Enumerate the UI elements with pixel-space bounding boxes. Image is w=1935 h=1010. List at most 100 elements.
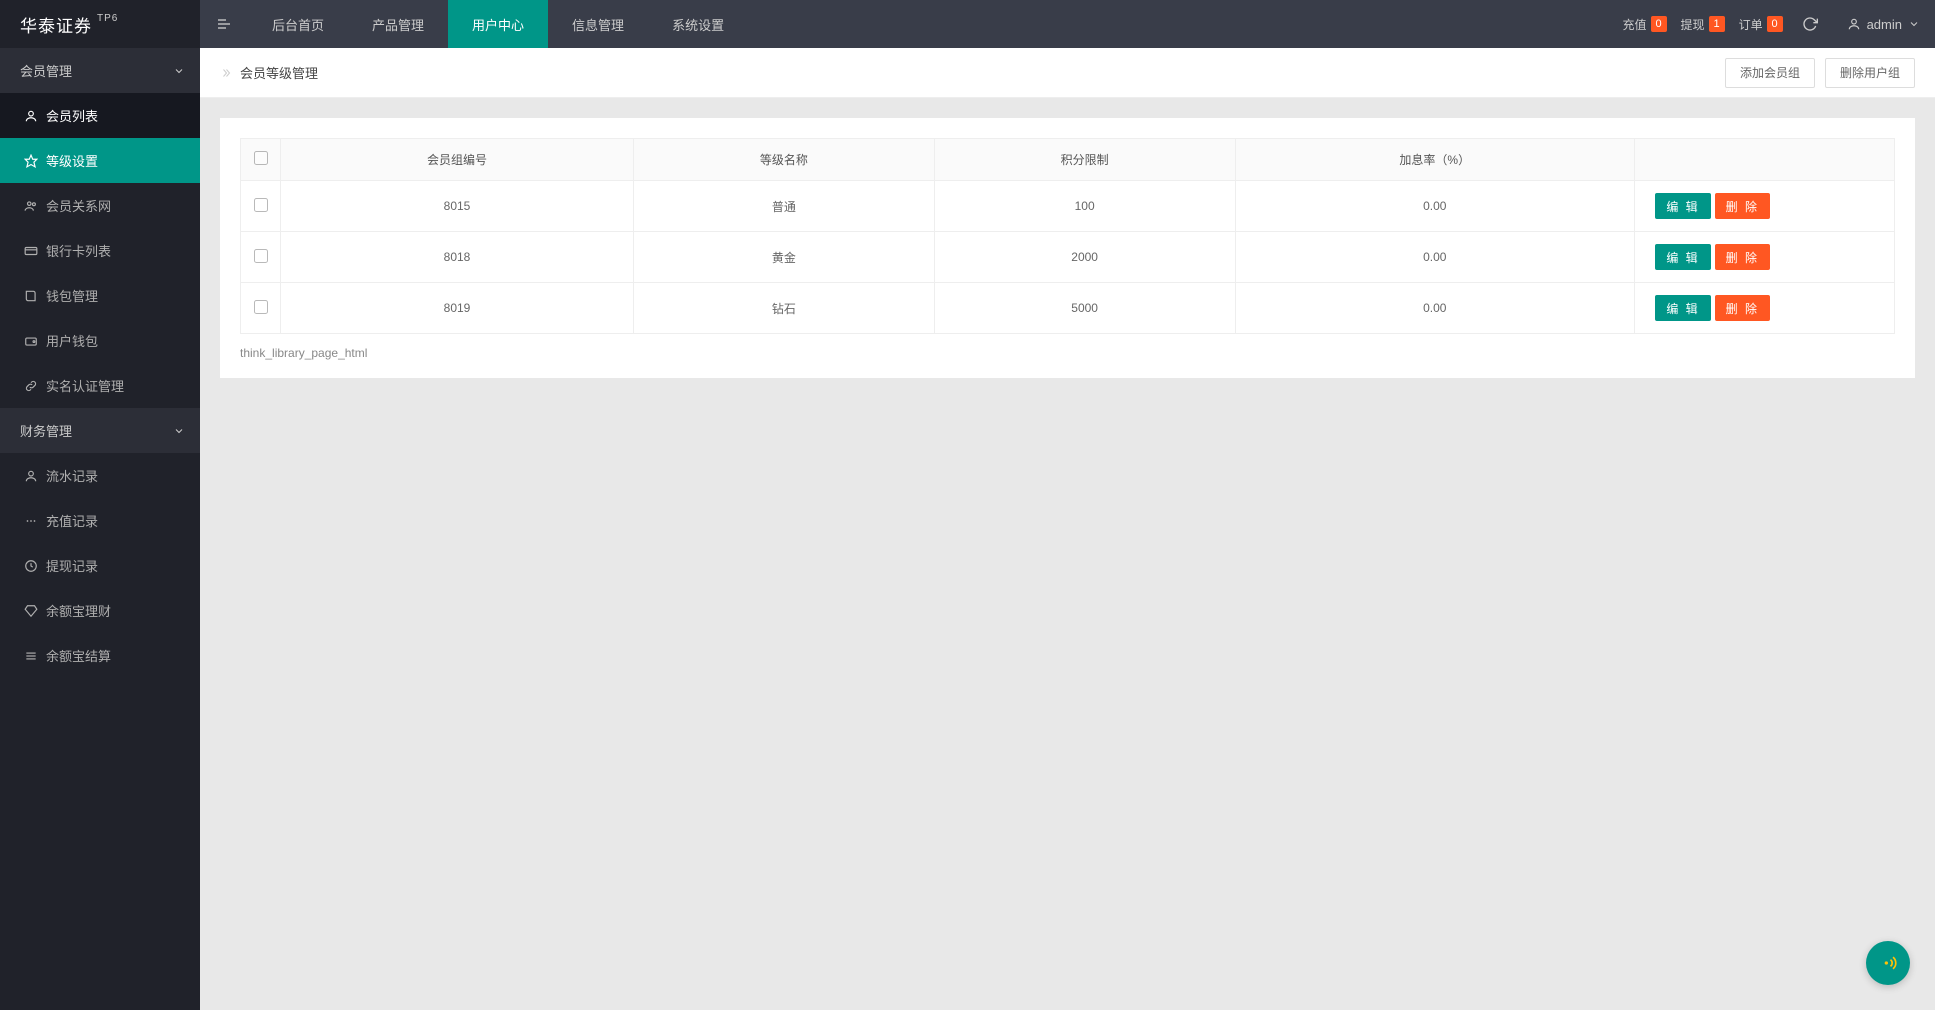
refresh-button[interactable] bbox=[1797, 11, 1823, 37]
top-tab-3[interactable]: 信息管理 bbox=[548, 0, 648, 48]
link-icon bbox=[24, 379, 38, 393]
chevron-down-icon bbox=[1908, 18, 1920, 30]
stat-badge: 0 bbox=[1767, 16, 1783, 32]
sidebar-item-0-2[interactable]: 会员关系网 bbox=[0, 183, 200, 228]
refresh-icon bbox=[1802, 16, 1818, 32]
stat-badge: 1 bbox=[1709, 16, 1725, 32]
breadcrumb: 会员等级管理 bbox=[220, 63, 318, 82]
topbar: 华泰证券 TP6 后台首页产品管理用户中心信息管理系统设置 充值0提现1订单0 … bbox=[0, 0, 1935, 48]
menu-toggle-button[interactable] bbox=[200, 0, 248, 48]
wallet-icon bbox=[24, 334, 38, 348]
pagination-note: think_library_page_html bbox=[240, 334, 1895, 368]
top-tab-2[interactable]: 用户中心 bbox=[448, 0, 548, 48]
cell-rate: 0.00 bbox=[1235, 232, 1635, 283]
cell-name: 黄金 bbox=[634, 232, 935, 283]
user-dropdown[interactable]: admin bbox=[1847, 17, 1920, 32]
edit-button[interactable]: 编 辑 bbox=[1655, 193, 1710, 219]
stat-2[interactable]: 订单0 bbox=[1739, 16, 1783, 33]
col-actions bbox=[1635, 139, 1895, 181]
top-nav: 后台首页产品管理用户中心信息管理系统设置 bbox=[248, 0, 1623, 48]
card-icon bbox=[24, 244, 38, 258]
sidebar-item-0-3[interactable]: 银行卡列表 bbox=[0, 228, 200, 273]
sidebar-item-label: 银行卡列表 bbox=[46, 241, 111, 260]
sidebar-item-0-4[interactable]: 钱包管理 bbox=[0, 273, 200, 318]
brand-name: 华泰证券 bbox=[20, 12, 92, 37]
page-actions: 添加会员组 删除用户组 bbox=[1725, 58, 1915, 88]
book-icon bbox=[24, 289, 38, 303]
sidebar: 会员管理会员列表等级设置会员关系网银行卡列表钱包管理用户钱包实名认证管理财务管理… bbox=[0, 48, 200, 1010]
col-id: 会员组编号 bbox=[281, 139, 634, 181]
sidebar-item-1-0[interactable]: 流水记录 bbox=[0, 453, 200, 498]
bars-icon bbox=[24, 649, 38, 663]
col-rate: 加息率（%） bbox=[1235, 139, 1635, 181]
table-row: 8018黄金20000.00 编 辑删 除 bbox=[241, 232, 1895, 283]
cell-id: 8018 bbox=[281, 232, 634, 283]
dots-icon bbox=[24, 514, 38, 528]
sidebar-item-label: 钱包管理 bbox=[46, 286, 98, 305]
sidebar-item-1-4[interactable]: 余额宝结算 bbox=[0, 633, 200, 678]
sidebar-item-label: 余额宝理财 bbox=[46, 601, 111, 620]
user-icon bbox=[24, 109, 38, 123]
row-checkbox[interactable] bbox=[254, 300, 268, 314]
sidebar-item-label: 提现记录 bbox=[46, 556, 98, 575]
sidebar-item-label: 实名认证管理 bbox=[46, 376, 124, 395]
brand-sup: TP6 bbox=[97, 13, 118, 24]
sidebar-item-1-3[interactable]: 余额宝理财 bbox=[0, 588, 200, 633]
select-all-checkbox[interactable] bbox=[254, 151, 268, 165]
delete-button[interactable]: 删 除 bbox=[1715, 244, 1770, 270]
row-checkbox[interactable] bbox=[254, 198, 268, 212]
top-tab-1[interactable]: 产品管理 bbox=[348, 0, 448, 48]
row-checkbox[interactable] bbox=[254, 249, 268, 263]
top-tab-0[interactable]: 后台首页 bbox=[248, 0, 348, 48]
sidebar-item-0-0[interactable]: 会员列表 bbox=[0, 93, 200, 138]
delete-button[interactable]: 删 除 bbox=[1715, 295, 1770, 321]
sidebar-item-label: 余额宝结算 bbox=[46, 646, 111, 665]
sidebar-item-0-5[interactable]: 用户钱包 bbox=[0, 318, 200, 363]
cell-name: 普通 bbox=[634, 181, 935, 232]
sidebar-group-header-0[interactable]: 会员管理 bbox=[0, 48, 200, 93]
stat-label: 提现 bbox=[1681, 16, 1705, 33]
cell-rate: 0.00 bbox=[1235, 181, 1635, 232]
sidebar-item-label: 会员列表 bbox=[46, 106, 98, 125]
sidebar-group-label: 会员管理 bbox=[20, 61, 72, 80]
edit-button[interactable]: 编 辑 bbox=[1655, 244, 1710, 270]
sidebar-item-1-2[interactable]: 提现记录 bbox=[0, 543, 200, 588]
sidebar-item-label: 充值记录 bbox=[46, 511, 98, 530]
star-icon bbox=[24, 154, 38, 168]
page-header: 会员等级管理 添加会员组 删除用户组 bbox=[200, 48, 1935, 98]
edit-button[interactable]: 编 辑 bbox=[1655, 295, 1710, 321]
stat-0[interactable]: 充值0 bbox=[1623, 16, 1667, 33]
sidebar-item-0-6[interactable]: 实名认证管理 bbox=[0, 363, 200, 408]
stat-1[interactable]: 提现1 bbox=[1681, 16, 1725, 33]
cell-id: 8019 bbox=[281, 283, 634, 334]
sidebar-item-0-1[interactable]: 等级设置 bbox=[0, 138, 200, 183]
top-tab-4[interactable]: 系统设置 bbox=[648, 0, 748, 48]
cell-rate: 0.00 bbox=[1235, 283, 1635, 334]
sidebar-item-1-1[interactable]: 充值记录 bbox=[0, 498, 200, 543]
page-title: 会员等级管理 bbox=[240, 63, 318, 82]
col-points: 积分限制 bbox=[934, 139, 1235, 181]
stat-label: 订单 bbox=[1739, 16, 1763, 33]
member-level-table: 会员组编号 等级名称 积分限制 加息率（%） 8015普通1000.00编 辑删… bbox=[240, 138, 1895, 334]
stat-label: 充值 bbox=[1623, 16, 1647, 33]
content-panel: 会员组编号 等级名称 积分限制 加息率（%） 8015普通1000.00编 辑删… bbox=[220, 118, 1915, 378]
delete-button[interactable]: 删 除 bbox=[1715, 193, 1770, 219]
add-member-group-button[interactable]: 添加会员组 bbox=[1725, 58, 1815, 88]
user-label: admin bbox=[1867, 17, 1902, 32]
chevron-double-right-icon bbox=[220, 67, 232, 79]
floating-action-button[interactable] bbox=[1866, 941, 1910, 985]
sidebar-group-header-1[interactable]: 财务管理 bbox=[0, 408, 200, 453]
breadcrumb-icon bbox=[220, 67, 232, 79]
sidebar-item-label: 等级设置 bbox=[46, 151, 98, 170]
delete-user-group-button[interactable]: 删除用户组 bbox=[1825, 58, 1915, 88]
main-content: 会员等级管理 添加会员组 删除用户组 会员组编号 等级名称 积分限制 加息率（%… bbox=[200, 48, 1935, 378]
cell-id: 8015 bbox=[281, 181, 634, 232]
brand-logo: 华泰证券 TP6 bbox=[0, 0, 200, 48]
stat-badge: 0 bbox=[1651, 16, 1667, 32]
chevron-down-icon bbox=[173, 65, 185, 77]
hamburger-icon bbox=[216, 16, 232, 32]
cell-points: 2000 bbox=[934, 232, 1235, 283]
user-icon bbox=[1847, 17, 1861, 31]
sidebar-item-label: 流水记录 bbox=[46, 466, 98, 485]
clock-icon bbox=[24, 559, 38, 573]
